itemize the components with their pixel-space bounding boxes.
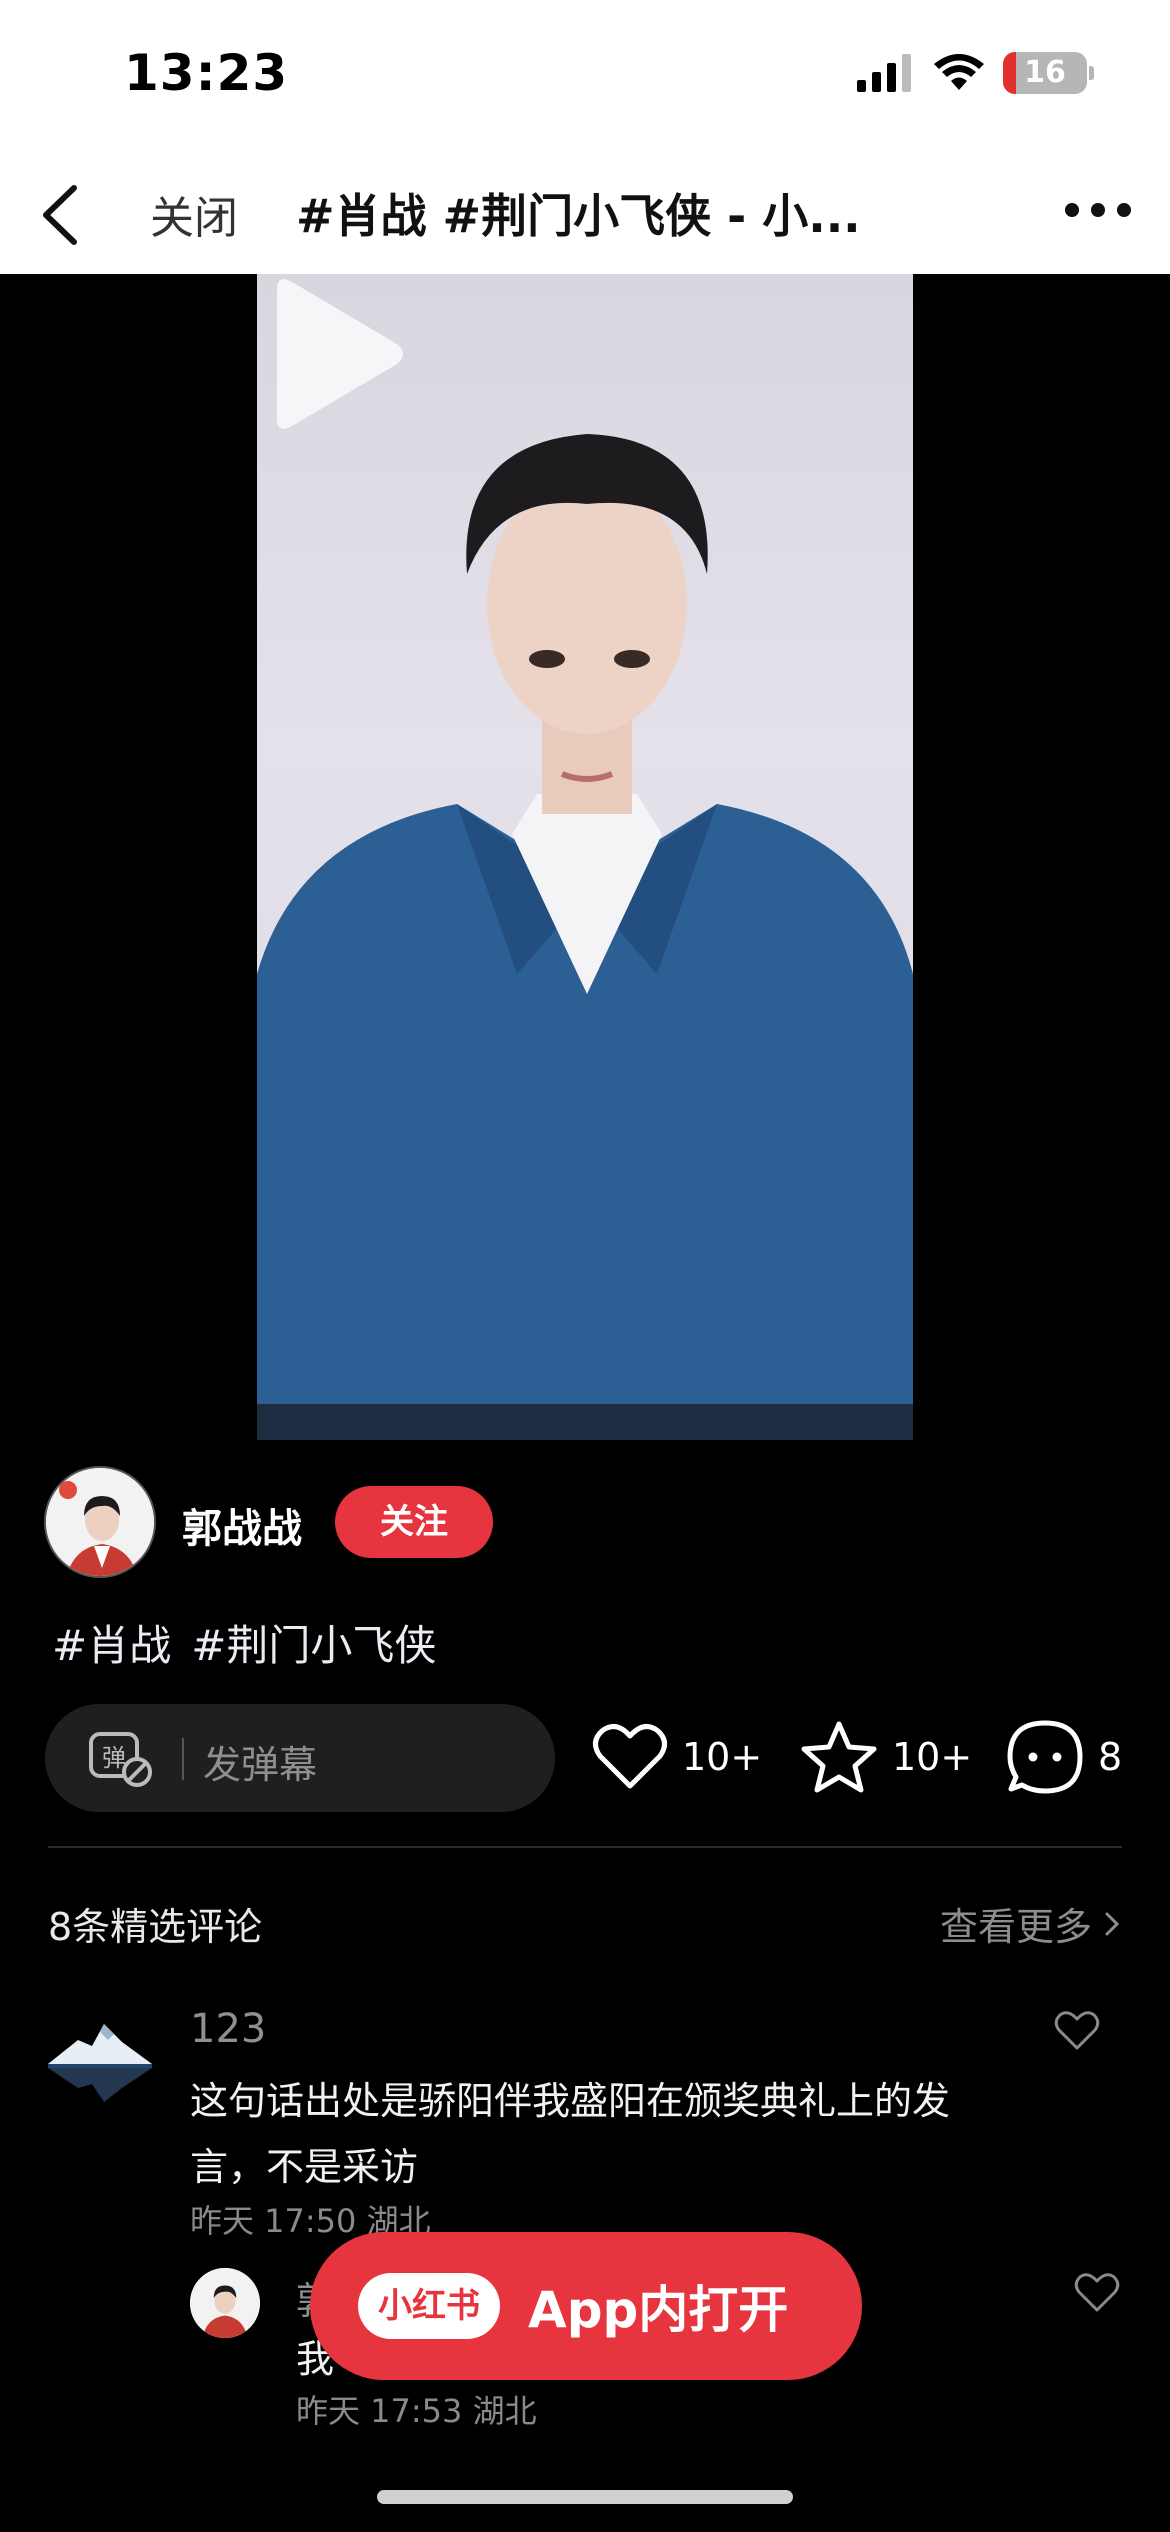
play-icon[interactable] bbox=[257, 274, 407, 434]
home-indicator bbox=[377, 2490, 793, 2504]
danmaku-toggle-icon[interactable]: 弹 bbox=[89, 1732, 155, 1788]
wifi-icon bbox=[934, 54, 984, 90]
reply-avatar[interactable] bbox=[190, 2268, 260, 2338]
author-row: 郭战战 关注 bbox=[44, 1466, 1144, 1578]
danmaku-input[interactable]: 弹 发弹幕 bbox=[45, 1704, 555, 1812]
comment-button[interactable]: 8 bbox=[1006, 1714, 1122, 1800]
see-more-link[interactable]: 查看更多 bbox=[940, 1896, 1122, 1951]
heart-icon bbox=[593, 1724, 667, 1789]
ellipsis-icon[interactable] bbox=[1062, 190, 1134, 230]
heart-icon[interactable] bbox=[1074, 2272, 1120, 2314]
video-frame bbox=[257, 434, 913, 1440]
open-in-app-label: App内打开 bbox=[528, 2281, 789, 2339]
svg-text:弹: 弹 bbox=[102, 1744, 126, 1772]
collect-button[interactable]: 10+ bbox=[800, 1714, 972, 1800]
like-count: 10+ bbox=[682, 1735, 763, 1779]
comment-time: 昨天 17:50 bbox=[190, 2202, 357, 2240]
author-name[interactable]: 郭战战 bbox=[182, 1496, 302, 1554]
comment-username[interactable]: 123 bbox=[190, 2006, 266, 2052]
status-icons: 16 bbox=[857, 52, 1094, 94]
heart-icon[interactable] bbox=[1054, 2010, 1100, 2052]
status-bar: 13:23 16 bbox=[0, 0, 1170, 150]
battery-tip bbox=[1089, 66, 1094, 80]
collect-count: 10+ bbox=[892, 1735, 973, 1779]
section-divider bbox=[48, 1846, 1122, 1848]
page-title: #肖战 #荆门小飞侠 - 小... bbox=[296, 189, 861, 243]
close-button[interactable]: 关闭 bbox=[150, 182, 238, 246]
comment-text: 这句话出处是骄阳伴我盛阳在颁奖典礼上的发言，不是采访 bbox=[190, 2079, 951, 2189]
chevron-right-icon bbox=[1105, 1912, 1120, 1935]
follow-button[interactable]: 关注 bbox=[335, 1486, 493, 1558]
reply-time: 昨天 17:53 bbox=[296, 2392, 463, 2430]
signal-icon bbox=[857, 54, 911, 92]
nav-bar: 关闭 #肖战 #荆门小飞侠 - 小... bbox=[0, 150, 1170, 274]
avatar[interactable] bbox=[44, 1466, 156, 1578]
open-in-app-button[interactable]: 小红书 App内打开 bbox=[310, 2232, 862, 2380]
comment-count: 8 bbox=[1098, 1735, 1123, 1779]
see-more-label: 查看更多 bbox=[939, 1905, 1092, 1949]
tag-link[interactable]: #荆门小飞侠 bbox=[191, 1621, 436, 1670]
battery-icon: 16 bbox=[1003, 52, 1087, 94]
chevron-left-icon[interactable] bbox=[30, 180, 100, 250]
app-logo: 小红书 bbox=[358, 2273, 500, 2339]
tag-link[interactable]: #肖战 bbox=[52, 1621, 171, 1670]
comments-header: 8条精选评论 bbox=[48, 1905, 263, 1949]
reply-location: 湖北 bbox=[472, 2392, 537, 2430]
post-tags: #肖战 #荆门小飞侠 bbox=[52, 1612, 436, 1673]
reply-meta: 昨天 17:53 湖北 bbox=[296, 2386, 537, 2432]
like-button[interactable]: 10+ bbox=[592, 1714, 762, 1800]
status-time: 13:23 bbox=[124, 44, 289, 102]
video-player[interactable] bbox=[257, 274, 913, 1440]
comment-avatar[interactable] bbox=[48, 2006, 152, 2110]
star-icon bbox=[801, 1721, 877, 1793]
battery-level: 16 bbox=[1024, 55, 1066, 90]
danmaku-placeholder: 发弹幕 bbox=[203, 1743, 318, 1787]
comment-bubble-icon bbox=[1007, 1720, 1083, 1794]
danmaku-divider bbox=[182, 1738, 184, 1780]
